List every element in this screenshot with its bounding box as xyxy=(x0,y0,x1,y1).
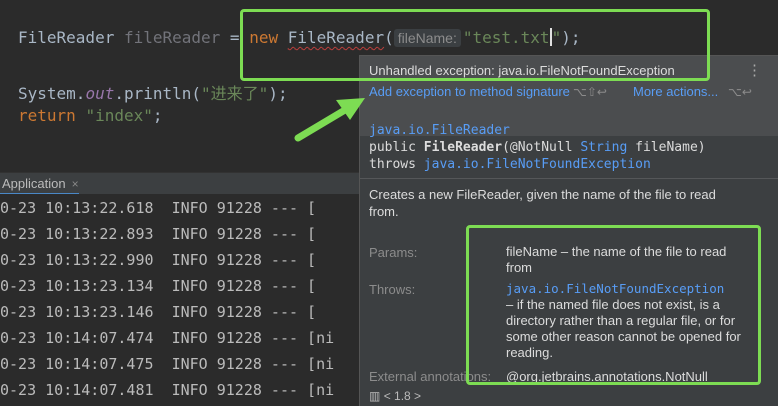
annotation-arrow xyxy=(294,98,365,142)
